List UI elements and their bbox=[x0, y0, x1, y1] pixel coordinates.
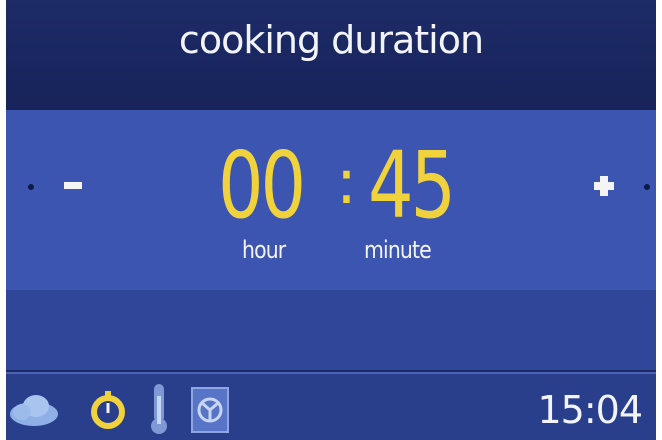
hours-label: hour bbox=[242, 236, 286, 264]
timer-panel bbox=[6, 110, 656, 290]
screen-title: cooking duration bbox=[178, 18, 484, 62]
right-indicator-dot bbox=[644, 184, 650, 190]
dial-icon[interactable] bbox=[88, 388, 128, 432]
left-indicator-dot bbox=[28, 184, 34, 190]
fan-icon[interactable] bbox=[190, 386, 230, 434]
lower-panel bbox=[6, 290, 656, 370]
time-separator: : bbox=[336, 145, 357, 218]
header-bar: cooking duration bbox=[6, 0, 656, 110]
hours-value[interactable]: 00 bbox=[218, 136, 306, 236]
increase-button[interactable] bbox=[590, 168, 626, 208]
minutes-value[interactable]: 45 bbox=[368, 136, 456, 236]
decrease-button[interactable] bbox=[58, 160, 98, 208]
oven-display: cooking duration 00 : 45 hour minute 15:… bbox=[6, 0, 656, 440]
minutes-label: minute bbox=[364, 236, 432, 264]
thermometer-icon[interactable] bbox=[148, 382, 170, 436]
minus-icon bbox=[64, 182, 82, 189]
cloud-icon[interactable] bbox=[8, 390, 60, 430]
clock: 15:04 bbox=[537, 388, 643, 432]
